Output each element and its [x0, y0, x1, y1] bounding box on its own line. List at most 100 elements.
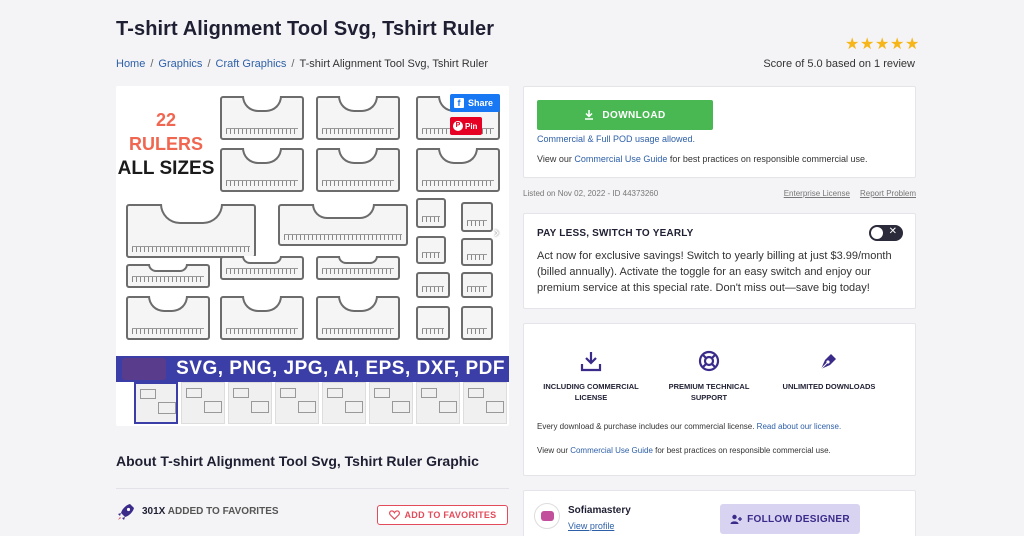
breadcrumb-craft-graphics[interactable]: Craft Graphics [216, 58, 287, 70]
ruler-graphic [316, 96, 400, 140]
breadcrumb-separator: / [150, 58, 154, 70]
feature-commercial-license: INCLUDING COMMERCIAL LICENSE [536, 350, 646, 403]
ruler-graphic [461, 202, 493, 232]
thumbnail-5[interactable] [322, 382, 366, 424]
download-icon [585, 110, 594, 120]
yearly-billing-toggle[interactable]: ✕ [869, 225, 903, 241]
yearly-upsell-card: PAY LESS, SWITCH TO YEARLY ✕ Act now for… [523, 213, 916, 309]
formats-banner: SVG, PNG, JPG, AI, EPS, DXF, PDF [116, 356, 509, 382]
commercial-guide-text: View our Commercial Use Guide for best p… [537, 154, 867, 164]
ruler-graphic [126, 204, 256, 258]
favorites-count: 301X ADDED TO FAVORITES [142, 506, 279, 517]
pen-nib-icon [820, 354, 836, 370]
rocket-icon [118, 504, 134, 520]
designer-name[interactable]: Sofiamastery [568, 505, 631, 516]
lifebuoy-icon [698, 350, 720, 372]
guide-prefix: View our [537, 446, 571, 455]
star-icon: ★ [905, 36, 920, 53]
yearly-title: PAY LESS, SWITCH TO YEARLY [537, 228, 694, 239]
ruler-graphic [461, 272, 493, 298]
download-card: DOWNLOAD Commercial & Full POD usage all… [523, 86, 916, 178]
thumbnail-8[interactable] [463, 382, 507, 424]
ruler-graphic [220, 96, 304, 140]
read-license-link[interactable]: Read about our license. [757, 422, 842, 431]
ruler-graphic [316, 148, 400, 192]
toggle-knob [871, 227, 883, 239]
thumbnail-7[interactable] [416, 382, 460, 424]
about-heading: About T-shirt Alignment Tool Svg, Tshirt… [116, 453, 479, 469]
breadcrumb-separator: / [207, 58, 211, 70]
license-prefix: Every download & purchase includes our c… [537, 422, 757, 431]
rating-score: Score of 5.0 based on 1 review [763, 58, 915, 70]
add-to-favorites-label: ADD TO FAVORITES [404, 510, 497, 520]
feature-unlimited-downloads: UNLIMITED DOWNLOADS [774, 350, 884, 392]
add-to-favorites-button[interactable]: ADD TO FAVORITES [377, 505, 508, 525]
features-card: INCLUDING COMMERCIAL LICENSE PREMIUM TEC… [523, 323, 916, 476]
commercial-use-guide-link[interactable]: Commercial Use Guide [574, 154, 667, 164]
listing-info: Listed on Nov 02, 2022 - ID 44373260 [523, 189, 659, 198]
guide-suffix: for best practices on responsible commer… [652, 446, 831, 455]
feature-technical-support: PREMIUM TECHNICAL SUPPORT [654, 350, 764, 403]
breadcrumb-separator: / [291, 58, 295, 70]
thumbnail-6[interactable] [369, 382, 413, 424]
designer-logo-badge [122, 358, 166, 380]
headline-all-sizes: ALL SIZES [117, 158, 215, 179]
ruler-graphic [416, 306, 450, 340]
feature-label: PREMIUM TECHNICAL SUPPORT [668, 382, 750, 402]
report-problem-link[interactable]: Report Problem [860, 189, 916, 198]
page-title: T-shirt Alignment Tool Svg, Tshirt Ruler [116, 18, 495, 40]
ruler-graphic [461, 238, 493, 266]
ruler-graphic [416, 198, 446, 228]
favorites-suffix: ADDED TO FAVORITES [167, 506, 279, 517]
ruler-graphic [278, 204, 408, 246]
breadcrumb: Home / Graphics / Craft Graphics / T-shirt … [116, 58, 488, 70]
ruler-graphic [461, 306, 493, 340]
ruler-graphic [416, 236, 446, 264]
commercial-use-guide-link-2[interactable]: Commercial Use Guide [570, 446, 653, 455]
feature-label: UNLIMITED DOWNLOADS [782, 382, 876, 391]
heart-icon [388, 510, 400, 520]
ruler-graphic [316, 296, 400, 340]
facebook-share-button[interactable]: f Share [450, 94, 500, 112]
feature-label: INCLUDING COMMERCIAL LICENSE [543, 382, 639, 402]
thumbnail-4[interactable] [275, 382, 319, 424]
breadcrumb-home[interactable]: Home [116, 58, 145, 70]
ruler-graphic [126, 264, 210, 288]
follow-designer-label: FOLLOW DESIGNER [747, 513, 850, 525]
ruler-graphic [416, 272, 450, 298]
download-button[interactable]: DOWNLOAD [537, 100, 713, 130]
chevron-right-icon[interactable]: › [494, 224, 499, 242]
product-image-gallery: 22 RULERS ALL SIZES SVG, PNG, JPG, AI, E… [116, 86, 509, 426]
follow-designer-button[interactable]: FOLLOW DESIGNER [720, 504, 860, 534]
commercial-guide-text-2: View our Commercial Use Guide for best p… [537, 446, 831, 455]
ruler-graphic [220, 256, 304, 280]
star-icon: ★ [860, 36, 875, 53]
headline-rulers: RULERS [128, 134, 203, 154]
star-icon: ★ [845, 36, 860, 53]
pin-label: Pin [465, 121, 478, 131]
pinterest-icon: P [453, 121, 463, 131]
pinterest-pin-button[interactable]: P Pin [450, 117, 482, 135]
view-profile-link[interactable]: View profile [568, 521, 614, 531]
ruler-graphic [316, 256, 400, 280]
rating-stars: ★ ★ ★ ★ ★ [845, 36, 920, 53]
thumbnail-2[interactable] [181, 382, 225, 424]
license-text: Every download & purchase includes our c… [537, 422, 841, 431]
headline-count: 22 [155, 110, 177, 130]
guide-suffix: for best practices on responsible commer… [667, 154, 868, 164]
thumbnail-3[interactable] [228, 382, 272, 424]
favorites-number: 301X [142, 506, 166, 517]
commercial-usage-note: Commercial & Full POD usage allowed. [537, 134, 696, 144]
yearly-description: Act now for exclusive savings! Switch to… [537, 250, 892, 294]
breadcrumb-graphics[interactable]: Graphics [158, 58, 202, 70]
thumbnail-1[interactable] [134, 382, 178, 424]
breadcrumb-current: T-shirt Alignment Tool Svg, Tshirt Ruler [299, 58, 488, 70]
star-icon: ★ [875, 36, 890, 53]
ruler-graphic [220, 148, 304, 192]
ruler-graphic [126, 296, 210, 340]
enterprise-license-link[interactable]: Enterprise License [784, 189, 850, 198]
ruler-graphic [416, 148, 500, 192]
thumbnail-strip [134, 382, 507, 424]
divider [116, 488, 509, 489]
designer-avatar[interactable] [534, 503, 560, 529]
